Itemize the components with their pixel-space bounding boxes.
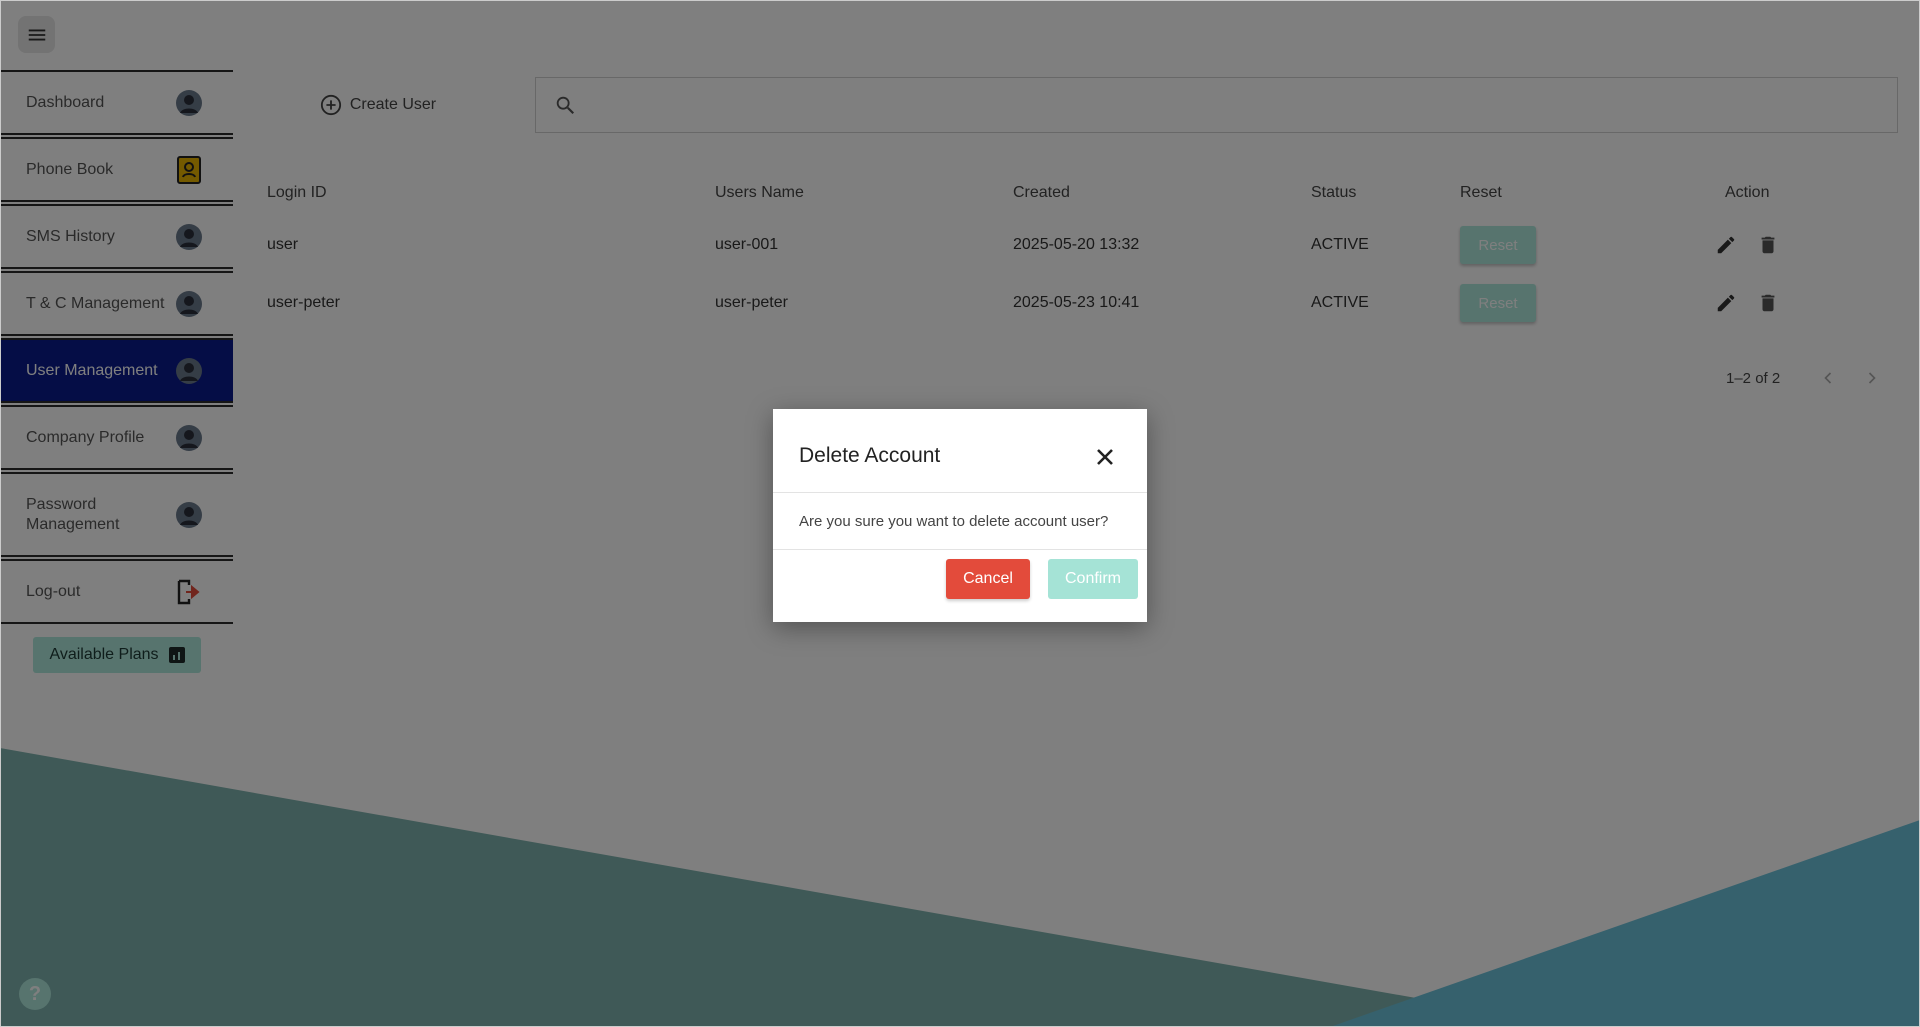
dialog-message: Are you sure you want to delete account … bbox=[799, 513, 1109, 530]
delete-account-dialog: Delete Account Are you sure you want to … bbox=[773, 409, 1147, 622]
close-icon[interactable] bbox=[1093, 445, 1117, 469]
confirm-button[interactable]: Confirm bbox=[1048, 559, 1138, 599]
cancel-button[interactable]: Cancel bbox=[946, 559, 1030, 599]
dialog-divider bbox=[773, 549, 1147, 550]
dialog-title: Delete Account bbox=[799, 444, 941, 467]
dialog-header: Delete Account bbox=[773, 409, 1147, 493]
